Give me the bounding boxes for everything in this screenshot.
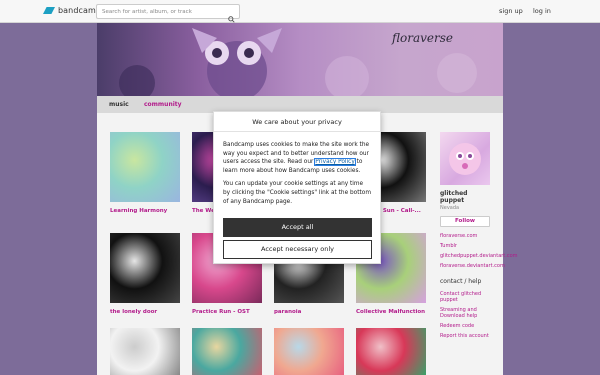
dialog-body: Bandcamp uses cookies to make the site w… [214,132,380,206]
privacy-policy-link[interactable]: Privacy Policy [314,158,356,167]
accept-all-button[interactable]: Accept all [223,218,372,237]
dialog-paragraph: You can update your cookie settings at a… [223,181,371,205]
dialog-paragraph: Bandcamp uses cookies to make the site w… [223,141,371,175]
dialog-title: We care about your privacy [214,112,380,132]
cookie-consent-dialog: We care about your privacy Bandcamp uses… [213,111,381,264]
accept-necessary-button[interactable]: Accept necessary only [223,240,372,259]
